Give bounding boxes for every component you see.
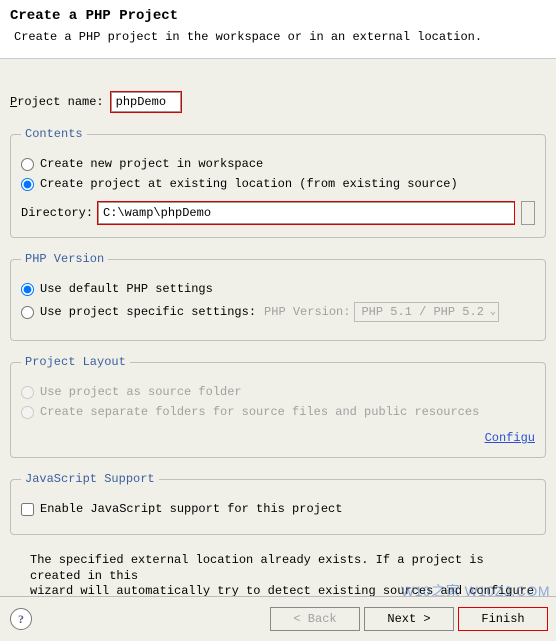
- project-name-label: Project name:: [10, 95, 104, 109]
- project-name-row: Project name:: [10, 91, 546, 113]
- js-support-checkbox[interactable]: [21, 503, 34, 516]
- radio-source-folder: [21, 386, 34, 399]
- next-button[interactable]: Next >: [364, 607, 454, 631]
- contents-legend: Contents: [21, 127, 87, 141]
- configure-link[interactable]: Configu: [485, 431, 535, 445]
- js-support-legend: JavaScript Support: [21, 472, 159, 486]
- radio-default-php[interactable]: [21, 283, 34, 296]
- directory-label: Directory:: [21, 206, 93, 220]
- radio-workspace[interactable]: [21, 158, 34, 171]
- js-support-label: Enable JavaScript support for this proje…: [40, 502, 342, 516]
- radio-workspace-row[interactable]: Create new project in workspace: [21, 157, 535, 171]
- finish-button[interactable]: Finish: [458, 607, 548, 631]
- php-version-group: PHP Version Use default PHP settings Use…: [10, 252, 546, 341]
- radio-workspace-label: Create new project in workspace: [40, 157, 263, 171]
- project-name-input[interactable]: [111, 92, 181, 112]
- back-button: < Back: [270, 607, 360, 631]
- radio-default-php-row[interactable]: Use default PHP settings: [21, 282, 535, 296]
- php-version-sublabel: PHP Version:: [264, 305, 350, 319]
- chevron-down-icon: ⌄: [490, 306, 496, 318]
- php-version-select: PHP 5.1 / PHP 5.2 ⌄: [354, 302, 498, 322]
- php-version-legend: PHP Version: [21, 252, 108, 266]
- wizard-title: Create a PHP Project: [10, 8, 546, 24]
- wizard-header: Create a PHP Project Create a PHP projec…: [0, 0, 556, 59]
- radio-specific-php-row[interactable]: Use project specific settings: PHP Versi…: [21, 302, 535, 322]
- button-bar: ? < Back Next > Finish: [0, 596, 556, 641]
- radio-default-php-label: Use default PHP settings: [40, 282, 213, 296]
- js-support-row[interactable]: Enable JavaScript support for this proje…: [21, 502, 535, 516]
- radio-existing-label: Create project at existing location (fro…: [40, 177, 458, 191]
- project-layout-legend: Project Layout: [21, 355, 130, 369]
- radio-specific-php-label: Use project specific settings:: [40, 305, 256, 319]
- wizard-subtitle: Create a PHP project in the workspace or…: [14, 30, 546, 44]
- directory-input[interactable]: [98, 202, 514, 224]
- radio-source-folder-row: Use project as source folder: [21, 385, 535, 399]
- radio-specific-php[interactable]: [21, 306, 34, 319]
- contents-group: Contents Create new project in workspace…: [10, 127, 546, 238]
- radio-separate-folders-row: Create separate folders for source files…: [21, 405, 535, 419]
- radio-separate-folders: [21, 406, 34, 419]
- project-layout-group: Project Layout Use project as source fol…: [10, 355, 546, 458]
- radio-separate-folders-label: Create separate folders for source files…: [40, 405, 479, 419]
- radio-existing-row[interactable]: Create project at existing location (fro…: [21, 177, 535, 191]
- radio-source-folder-label: Use project as source folder: [40, 385, 242, 399]
- help-icon[interactable]: ?: [10, 608, 32, 630]
- browse-button[interactable]: [521, 201, 535, 225]
- radio-existing[interactable]: [21, 178, 34, 191]
- js-support-group: JavaScript Support Enable JavaScript sup…: [10, 472, 546, 535]
